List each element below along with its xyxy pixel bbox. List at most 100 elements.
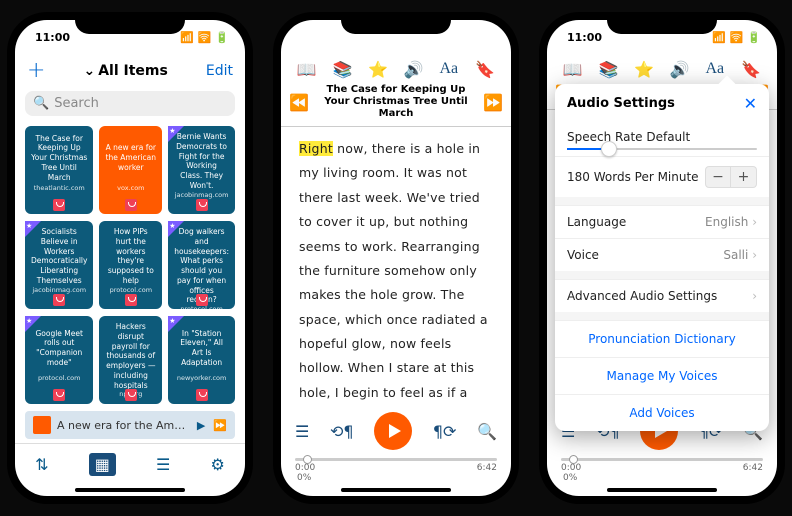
progress-percent: 0% [547,473,777,485]
chevron-right-icon: › [752,248,757,262]
advanced-settings-row[interactable]: Advanced Audio Settings › [555,279,769,312]
book-icon[interactable]: 📖 [563,60,583,80]
toc-icon[interactable]: ☰ [295,422,309,441]
reader-body[interactable]: Right now, there is a hole in my living … [281,127,511,408]
highlighted-word: Right [299,141,333,156]
progress-percent: 0% [281,473,511,485]
star-icon[interactable]: ⭐ [368,60,388,80]
pocket-icon [196,199,208,211]
reader-title: The Case for Keeping Up Your Christmas T… [315,84,477,120]
pocket-icon [125,389,137,401]
now-playing-thumb [33,416,51,434]
play-icon[interactable]: ▶ [197,419,205,432]
article-card[interactable]: A new era for the American workervox.com [99,126,162,214]
star-icon[interactable]: ⭐ [634,60,654,80]
font-icon[interactable]: Aa [705,60,725,80]
chevron-right-icon: › [752,289,757,303]
voice-row[interactable]: Voice Salli › [555,238,769,271]
next-paragraph-icon[interactable]: ¶⟳ [433,422,457,441]
fast-forward-icon[interactable]: ⏩ [213,419,227,432]
manage-voices-link[interactable]: Manage My Voices [555,357,769,394]
chevron-right-icon: › [752,215,757,229]
time-elapsed: 0:00 [561,463,581,473]
progress-slider[interactable] [295,458,497,461]
speech-rate-slider[interactable] [555,146,769,156]
bookmark-icon[interactable]: 🔖 [741,60,761,80]
speech-rate-label: Speech Rate Default [567,130,690,144]
notch [75,12,185,34]
phone-audio-settings: 11:00 📶 🛜 🔋 📖 📚 ⭐ 🔊 Aa 🔖 ⏪ ⸻ ⏩ that's be… [539,12,785,504]
reader-title-bar: ⏪ The Case for Keeping Up Your Christmas… [281,82,511,127]
library-icon[interactable]: 📚 [598,60,618,80]
notch [607,12,717,34]
pocket-icon [196,294,208,306]
pocket-icon [53,294,65,306]
chevron-down-icon: ⌄ [83,63,95,79]
article-card[interactable]: The Case for Keeping Up Your Christmas T… [25,126,93,214]
wpm-plus[interactable]: + [731,166,757,188]
time-elapsed: 0:00 [295,463,315,473]
wpm-minus[interactable]: − [705,166,731,188]
home-indicator [607,488,717,492]
language-row[interactable]: Language English › [555,205,769,238]
article-card[interactable]: In "Station Eleven," All Art Is Adaptati… [168,316,235,404]
pocket-icon [196,389,208,401]
add-voices-link[interactable]: Add Voices [555,394,769,431]
status-icons: 📶 🛜 🔋 [180,31,229,44]
status-icons: 📶 🛜 🔋 [712,31,761,44]
audio-player: ☰ ⟲¶ ¶⟳ 🔍 0:00 6:42 [281,408,511,473]
phone-reader: 📖 📚 ⭐ 🔊 Aa 🔖 ⏪ The Case for Keeping Up Y… [273,12,519,504]
search-input[interactable]: 🔍 Search [25,91,235,116]
home-indicator [75,488,185,492]
close-button[interactable]: ✕ [744,94,757,113]
search-icon[interactable]: 🔍 [477,422,497,441]
article-card[interactable]: Socialists Believe in Workers Democratic… [25,221,93,309]
notch [341,12,451,34]
fast-forward-icon[interactable]: ⏩ [483,93,503,112]
prev-paragraph-icon[interactable]: ⟲¶ [330,422,354,441]
list-view-icon[interactable]: ☰ [156,455,170,474]
article-card[interactable]: Google Meet rolls out "Companion mode"pr… [25,316,93,404]
pocket-icon [125,199,137,211]
article-card[interactable]: How PIPs hurt the workers they're suppos… [99,221,162,309]
popup-title: Audio Settings [567,96,675,111]
search-icon: 🔍 [33,96,49,111]
edit-button[interactable]: Edit [206,63,233,79]
library-nav: + ⌄ All Items Edit [15,54,245,87]
time-total: 6:42 [477,463,497,473]
nav-title[interactable]: ⌄ All Items [83,63,167,79]
library-icon[interactable]: 📚 [332,60,352,80]
article-grid: The Case for Keeping Up Your Christmas T… [15,120,245,411]
add-button[interactable]: + [27,58,45,83]
article-card[interactable]: Hackers disrupt payroll for thousands of… [99,316,162,404]
tab-bar: ⇅ ▦ ☰ ⚙ [15,443,245,485]
wpm-stepper[interactable]: − + [705,166,757,188]
pocket-icon [53,389,65,401]
status-time: 11:00 [567,31,602,44]
bookmark-icon[interactable]: 🔖 [475,60,495,80]
sort-icon[interactable]: ⇅ [35,455,48,474]
audio-settings-popup: Audio Settings ✕ Speech Rate Default 180… [555,84,769,431]
progress-slider[interactable] [561,458,763,461]
now-playing-title: A new era for the America… [57,419,191,432]
play-button[interactable] [374,412,412,450]
status-time: 11:00 [35,31,70,44]
article-card[interactable]: Bernie Wants Democrats to Fight for the … [168,126,235,214]
time-total: 6:42 [743,463,763,473]
home-indicator [341,488,451,492]
pocket-icon [125,294,137,306]
article-card[interactable]: Dog walkers and housekeepers: What perks… [168,221,235,309]
speaker-icon[interactable]: 🔊 [404,60,424,80]
speaker-icon[interactable]: 🔊 [670,60,690,80]
settings-icon[interactable]: ⚙ [211,455,225,474]
reader-nav: 📖 📚 ⭐ 🔊 Aa 🔖 [281,54,511,82]
grid-view-icon[interactable]: ▦ [89,453,116,476]
rewind-icon[interactable]: ⏪ [289,93,309,112]
book-icon[interactable]: 📖 [297,60,317,80]
phone-library: 11:00 📶 🛜 🔋 + ⌄ All Items Edit 🔍 Search … [7,12,253,504]
pronunciation-dictionary-link[interactable]: Pronunciation Dictionary [555,320,769,357]
font-icon[interactable]: Aa [439,60,459,80]
now-playing-bar[interactable]: A new era for the America… ▶ ⏩ [25,411,235,439]
wpm-label: 180 Words Per Minute [567,170,699,184]
reader-nav: 📖 📚 ⭐ 🔊 Aa 🔖 [547,54,777,82]
